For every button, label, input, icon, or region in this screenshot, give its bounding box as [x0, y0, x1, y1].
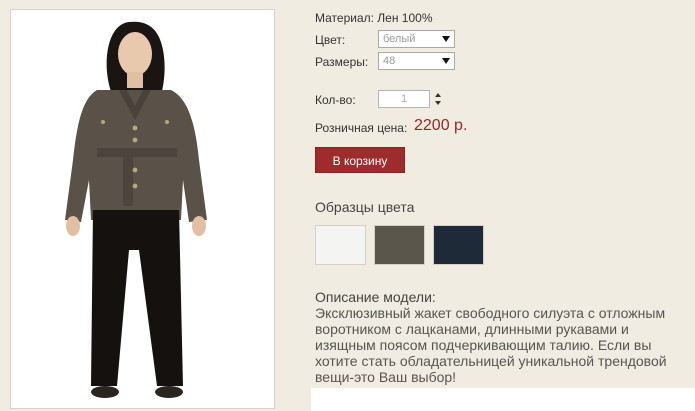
swatch-dark-navy[interactable] [433, 225, 484, 265]
size-label: Размеры: [315, 55, 369, 69]
product-photo [10, 9, 275, 409]
swatches-title: Образцы цвета [315, 199, 415, 215]
description-title: Описание модели: [315, 289, 436, 305]
size-select-value: 48 [383, 55, 396, 67]
chevron-down-icon [442, 36, 450, 42]
swatch-gray-brown[interactable] [374, 225, 425, 265]
description-text: Эксклюзивный жакет свободного силуэта с … [315, 305, 667, 385]
material-text: Материал: Лен 100% [315, 11, 433, 25]
qty-label: Кол-во: [315, 93, 356, 107]
model-image [11, 10, 274, 408]
price-value: 2200 р. [414, 117, 468, 134]
swatch-white[interactable] [315, 225, 366, 265]
price-label: Розничная цена: [315, 121, 408, 135]
content-panel [311, 388, 695, 411]
arrow-up-icon[interactable] [435, 93, 441, 97]
arrow-down-icon[interactable] [435, 101, 441, 105]
quantity-stepper[interactable] [435, 92, 443, 108]
color-select-value: белый [383, 33, 416, 45]
color-label: Цвет: [315, 33, 346, 47]
add-to-cart-button[interactable]: В корзину [315, 147, 405, 173]
color-select[interactable]: белый [378, 30, 455, 48]
chevron-down-icon [442, 58, 450, 64]
quantity-input[interactable]: 1 [378, 90, 430, 108]
size-select[interactable]: 48 [378, 52, 455, 70]
description: Описание модели: Эксклюзивный жакет своб… [315, 289, 683, 385]
